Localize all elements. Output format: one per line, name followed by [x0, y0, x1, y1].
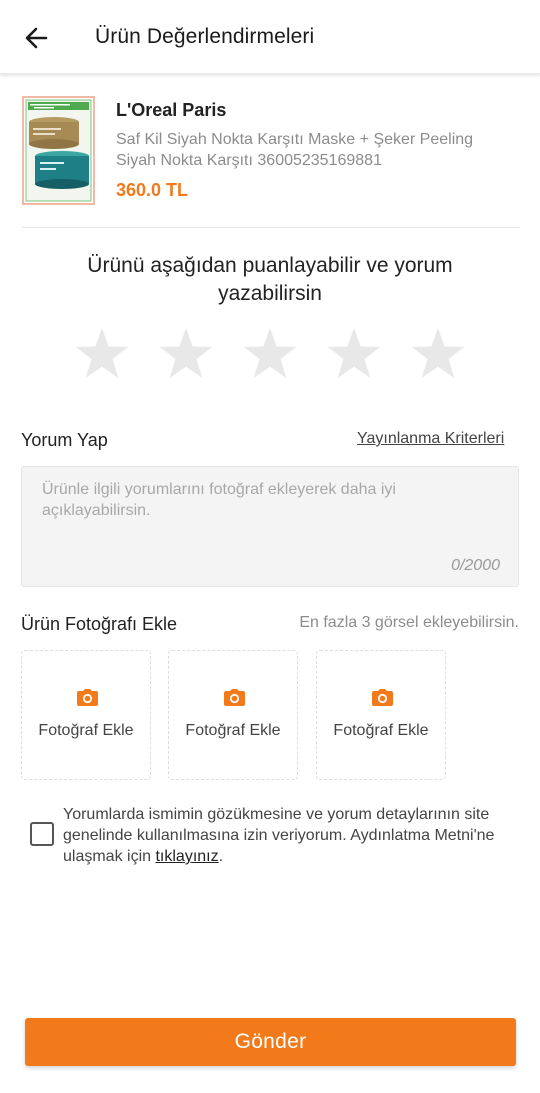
consent-link[interactable]: tıklayınız — [155, 848, 218, 865]
review-input[interactable] — [42, 479, 482, 549]
app-header: Ürün Değerlendirmeleri — [0, 0, 540, 74]
photo-limit-hint: En fazla 3 görsel ekleyebilirsin. — [299, 614, 519, 631]
camera-icon — [372, 689, 393, 706]
rating-prompt: Ürünü aşağıdan puanlayabilir ve yorum ya… — [87, 254, 453, 305]
star-4-icon[interactable] — [326, 326, 382, 380]
add-photo-button-1[interactable]: Fotoğraf Ekle — [21, 650, 151, 780]
star-1-icon[interactable] — [74, 326, 130, 380]
consent-checkbox[interactable] — [30, 822, 54, 846]
product-thumbnail — [22, 96, 95, 205]
add-photo-label: Fotoğraf Ekle — [38, 722, 134, 739]
add-photo-button-3[interactable]: Fotoğraf Ekle — [316, 650, 446, 780]
consent-text: Yorumlarda ismimin gözükmesine ve yorum … — [63, 804, 513, 867]
divider — [22, 227, 519, 228]
add-photo-label: Fotoğraf Ekle — [185, 722, 281, 739]
product-summary: L'Oreal Paris Saf Kil Siyah Nokta Karşıt… — [22, 96, 518, 206]
star-3-icon[interactable] — [242, 326, 298, 380]
star-5-icon[interactable] — [410, 326, 466, 380]
camera-icon — [77, 689, 98, 706]
add-photo-button-2[interactable]: Fotoğraf Ekle — [168, 650, 298, 780]
consent-body: Yorumlarda ismimin gözükmesine ve yorum … — [63, 806, 495, 865]
character-counter: 0/2000 — [451, 557, 500, 574]
back-button[interactable] — [20, 22, 54, 54]
product-name: Saf Kil Siyah Nokta Karşıtı Maske + Şeke… — [116, 131, 474, 169]
camera-icon — [224, 689, 245, 706]
add-photo-label: Fotoğraf Ekle — [333, 722, 429, 739]
star-rating — [74, 326, 474, 382]
photo-section-label: Ürün Fotoğrafı Ekle — [21, 614, 178, 634]
publishing-criteria-link[interactable]: Yayınlanma Kriterleri — [357, 430, 504, 448]
product-image — [24, 98, 93, 203]
review-label: Yorum Yap — [21, 430, 108, 450]
review-box: 0/2000 — [21, 466, 519, 587]
page-title: Ürün Değerlendirmeleri — [95, 25, 315, 48]
star-2-icon[interactable] — [158, 326, 214, 380]
consent-suffix: . — [218, 848, 224, 865]
product-brand: L'Oreal Paris — [116, 100, 227, 120]
submit-button[interactable]: Gönder — [25, 1018, 516, 1066]
arrow-left-icon — [25, 27, 48, 49]
product-price: 360.0 TL — [116, 180, 189, 200]
